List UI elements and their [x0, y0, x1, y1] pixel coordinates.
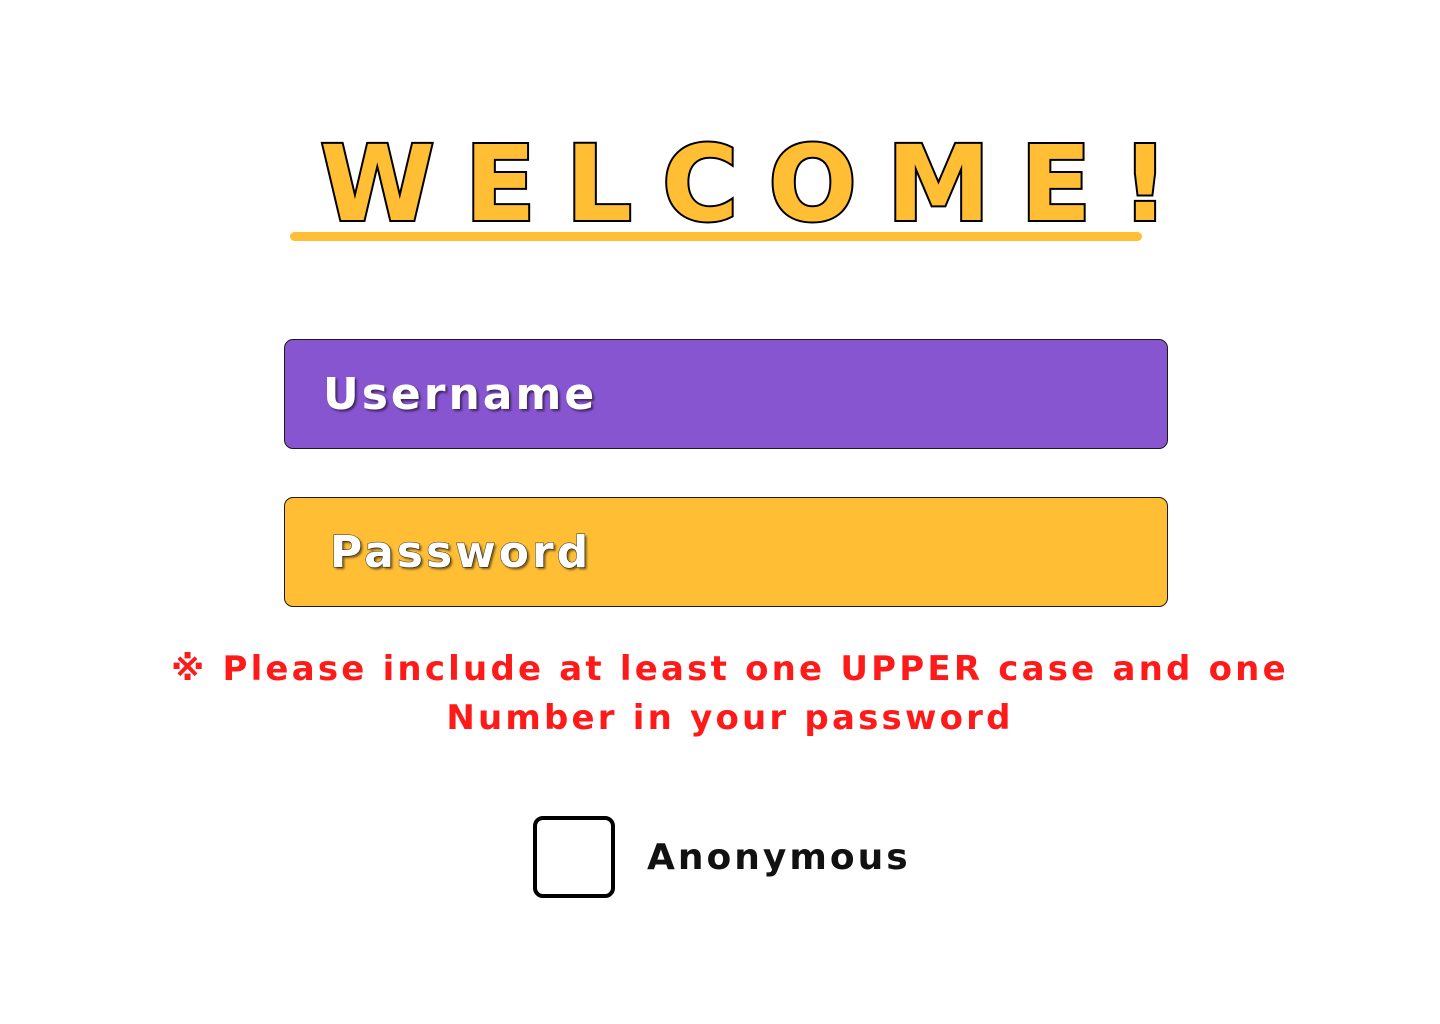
- username-field[interactable]: Username: [284, 339, 1168, 449]
- anonymous-label[interactable]: Anonymous: [647, 837, 911, 878]
- username-placeholder: Username: [323, 368, 598, 420]
- anonymous-option[interactable]: Anonymous: [533, 813, 911, 901]
- anonymous-checkbox[interactable]: [533, 816, 615, 898]
- password-field[interactable]: Password: [284, 497, 1168, 607]
- welcome-header: WELCOME!: [290, 123, 1199, 246]
- page-title: WELCOME!: [318, 123, 1199, 245]
- password-hint: ※ Please include at least one UPPER case…: [171, 649, 1289, 738]
- password-placeholder: Password: [329, 526, 592, 578]
